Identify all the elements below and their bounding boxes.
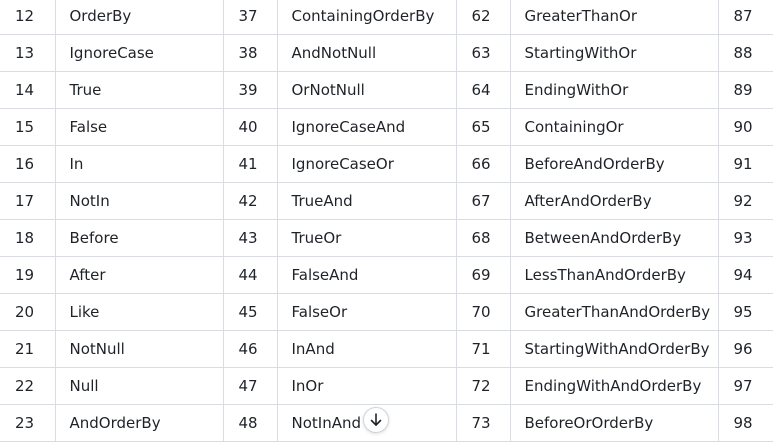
number-cell: 62 xyxy=(455,0,511,35)
table-row: 13 IgnoreCase 38 AndNotNull 63 StartingWithOr… xyxy=(0,34,773,72)
keyword-cell: EndingWithAndOrderBy xyxy=(509,367,719,405)
number-cell: 95 xyxy=(717,293,773,331)
number-cell: 97 xyxy=(717,367,773,405)
number-cell: 88 xyxy=(717,34,773,72)
keyword-cell: BetweenAndOrderBy xyxy=(509,219,719,257)
keyword-cell: FalseAnd xyxy=(276,256,457,294)
keyword-cell: After xyxy=(54,256,224,294)
number-cell: 16 xyxy=(0,145,56,183)
number-cell: 73 xyxy=(455,404,511,442)
number-cell: 68 xyxy=(455,219,511,257)
number-cell: 90 xyxy=(717,108,773,146)
number-cell: 39 xyxy=(222,71,278,109)
number-cell: 45 xyxy=(222,293,278,331)
table-row: 15 False 40 IgnoreCaseAnd 65 ContainingOr 90 xyxy=(0,108,773,146)
keyword-cell: OrNotNull xyxy=(276,71,457,109)
keyword-cell: AndOrderBy xyxy=(54,404,224,442)
keyword-cell: GreaterThanAndOrderBy xyxy=(509,293,719,331)
number-cell: 22 xyxy=(0,367,56,405)
number-cell: 13 xyxy=(0,34,56,72)
keyword-cell: Like xyxy=(54,293,224,331)
table-row: 17 NotIn 42 TrueAnd 67 AfterAndOrderBy 92 xyxy=(0,182,773,220)
keyword-cell: NotIn xyxy=(54,182,224,220)
keyword-table: 12 OrderBy 37 ContainingOrderBy 62 GreaterTha… xyxy=(0,0,773,442)
keyword-cell: False xyxy=(54,108,224,146)
keyword-cell: IgnoreCaseOr xyxy=(276,145,457,183)
number-cell: 66 xyxy=(455,145,511,183)
table-row: 20 Like 45 FalseOr 70 GreaterThanAndOrderBy 95 xyxy=(0,293,773,331)
keyword-cell: OrderBy xyxy=(54,0,224,35)
keyword-cell: IgnoreCaseAnd xyxy=(276,108,457,146)
number-cell: 21 xyxy=(0,330,56,368)
table-body: 12 OrderBy 37 ContainingOrderBy 62 GreaterTha… xyxy=(0,0,773,442)
number-cell: 44 xyxy=(222,256,278,294)
keyword-cell: BeforeOrOrderBy xyxy=(509,404,719,442)
keyword-cell: InAnd xyxy=(276,330,457,368)
number-cell: 23 xyxy=(0,404,56,442)
table-row: 14 True 39 OrNotNull 64 EndingWithOr 89 xyxy=(0,71,773,109)
number-cell: 46 xyxy=(222,330,278,368)
number-cell: 12 xyxy=(0,0,56,35)
keyword-cell: TrueAnd xyxy=(276,182,457,220)
keyword-cell: FalseOr xyxy=(276,293,457,331)
arrow-down-icon xyxy=(370,413,382,427)
keyword-cell: AfterAndOrderBy xyxy=(509,182,719,220)
keyword-cell: ContainingOr xyxy=(509,108,719,146)
scroll-down-button[interactable] xyxy=(363,407,389,433)
keyword-cell: BeforeAndOrderBy xyxy=(509,145,719,183)
number-cell: 48 xyxy=(222,404,278,442)
keyword-cell: In xyxy=(54,145,224,183)
number-cell: 96 xyxy=(717,330,773,368)
number-cell: 40 xyxy=(222,108,278,146)
number-cell: 94 xyxy=(717,256,773,294)
number-cell: 15 xyxy=(0,108,56,146)
number-cell: 70 xyxy=(455,293,511,331)
keyword-cell: NotNull xyxy=(54,330,224,368)
keyword-cell: IgnoreCase xyxy=(54,34,224,72)
keyword-cell: AndNotNull xyxy=(276,34,457,72)
number-cell: 89 xyxy=(717,71,773,109)
number-cell: 69 xyxy=(455,256,511,294)
keyword-cell: Before xyxy=(54,219,224,257)
table-row: 19 After 44 FalseAnd 69 LessThanAndOrderBy 94 xyxy=(0,256,773,294)
number-cell: 64 xyxy=(455,71,511,109)
keyword-cell: LessThanAndOrderBy xyxy=(509,256,719,294)
number-cell: 91 xyxy=(717,145,773,183)
number-cell: 65 xyxy=(455,108,511,146)
number-cell: 67 xyxy=(455,182,511,220)
number-cell: 19 xyxy=(0,256,56,294)
table-row: 22 Null 47 InOr 72 EndingWithAndOrderBy 97 xyxy=(0,367,773,405)
table-row: 21 NotNull 46 InAnd 71 StartingWithAndOrderBy… xyxy=(0,330,773,368)
keyword-cell: StartingWithAndOrderBy xyxy=(509,330,719,368)
keyword-cell: InOr xyxy=(276,367,457,405)
number-cell: 38 xyxy=(222,34,278,72)
number-cell: 42 xyxy=(222,182,278,220)
keyword-cell: GreaterThanOr xyxy=(509,0,719,35)
number-cell: 98 xyxy=(717,404,773,442)
table-row: 18 Before 43 TrueOr 68 BetweenAndOrderBy 93 xyxy=(0,219,773,257)
number-cell: 92 xyxy=(717,182,773,220)
number-cell: 17 xyxy=(0,182,56,220)
keyword-cell: EndingWithOr xyxy=(509,71,719,109)
keyword-cell: TrueOr xyxy=(276,219,457,257)
number-cell: 43 xyxy=(222,219,278,257)
number-cell: 71 xyxy=(455,330,511,368)
keyword-cell: True xyxy=(54,71,224,109)
number-cell: 18 xyxy=(0,219,56,257)
table-row: 16 In 41 IgnoreCaseOr 66 BeforeAndOrderBy 91 xyxy=(0,145,773,183)
table-row: 12 OrderBy 37 ContainingOrderBy 62 GreaterTha… xyxy=(0,0,773,35)
number-cell: 20 xyxy=(0,293,56,331)
keyword-cell: Null xyxy=(54,367,224,405)
keyword-cell: StartingWithOr xyxy=(509,34,719,72)
number-cell: 47 xyxy=(222,367,278,405)
keyword-cell: ContainingOrderBy xyxy=(276,0,457,35)
number-cell: 14 xyxy=(0,71,56,109)
number-cell: 37 xyxy=(222,0,278,35)
number-cell: 87 xyxy=(717,0,773,35)
number-cell: 93 xyxy=(717,219,773,257)
number-cell: 63 xyxy=(455,34,511,72)
number-cell: 72 xyxy=(455,367,511,405)
number-cell: 41 xyxy=(222,145,278,183)
